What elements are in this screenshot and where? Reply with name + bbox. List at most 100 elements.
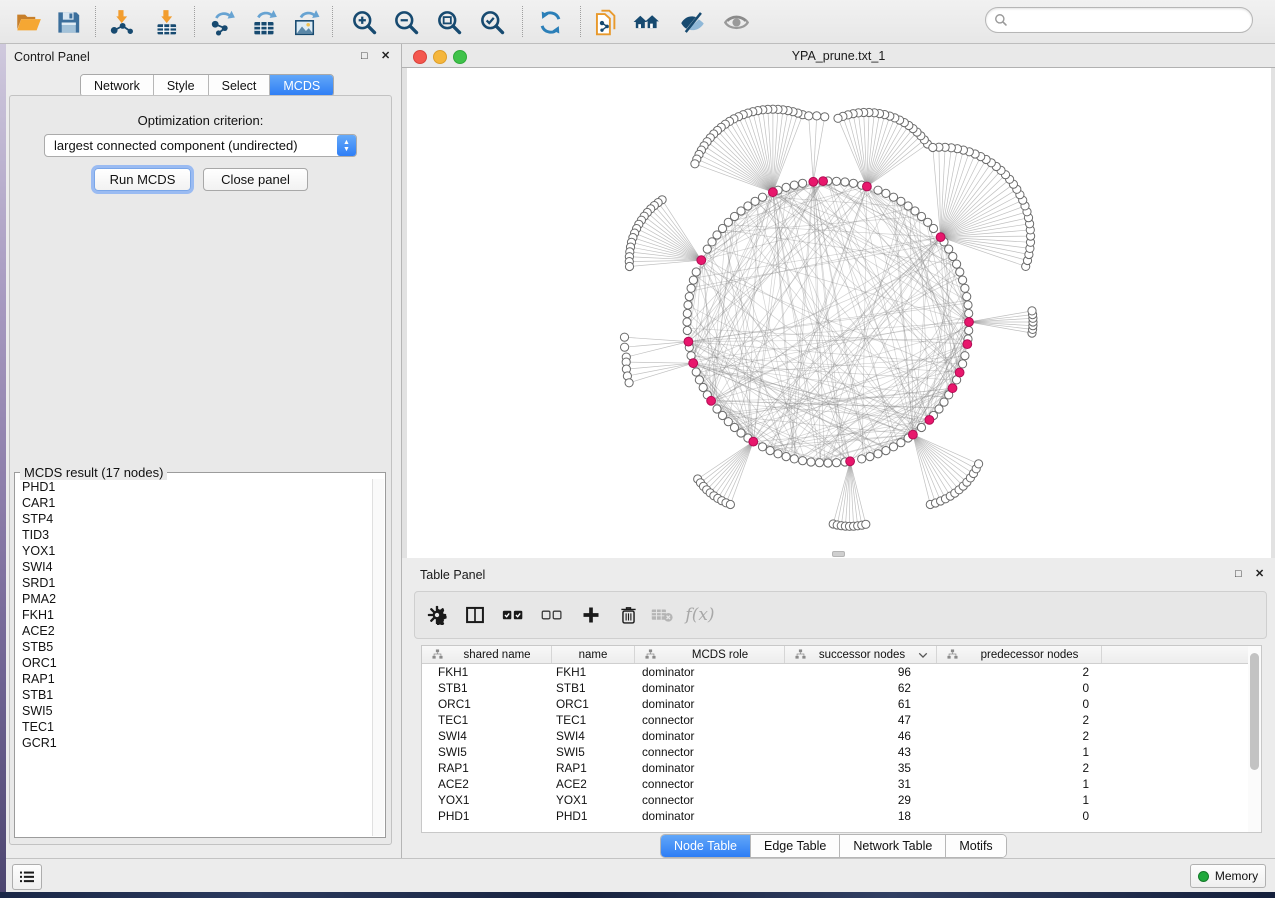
cell: RAP1 [422, 760, 552, 776]
function-builder-icon[interactable]: f(x) [686, 602, 714, 628]
save-session-icon[interactable] [52, 7, 84, 37]
zoom-in-icon[interactable] [348, 7, 380, 37]
close-panel-icon[interactable]: ✕ [381, 50, 390, 62]
cell: 2 [937, 760, 1102, 776]
hide-graphics-details-icon[interactable] [676, 7, 708, 37]
column-header-MCDS-role[interactable]: MCDS role [635, 646, 785, 663]
table-row-STB1[interactable]: STB1STB1dominator620 [422, 680, 1261, 696]
column-header-name[interactable]: name [552, 646, 635, 663]
unselect-all-columns-icon[interactable] [538, 602, 566, 628]
search-field[interactable] [985, 7, 1253, 33]
network-from-file-icon[interactable] [590, 7, 622, 37]
close-panel-button[interactable]: Close panel [203, 168, 308, 191]
tab-node-table[interactable]: Node Table [661, 835, 751, 857]
mcds-result-item[interactable]: ORC1 [15, 655, 370, 671]
mcds-result-item[interactable]: YOX1 [15, 543, 370, 559]
column-type-icon [645, 649, 656, 660]
table-row-SWI4[interactable]: SWI4SWI4dominator462 [422, 728, 1261, 744]
select-stepper-icon: ▲▼ [337, 135, 356, 156]
tab-network-table[interactable]: Network Table [840, 835, 946, 857]
float-table-panel-icon[interactable]: □ [1235, 568, 1242, 580]
column-header-shared-name[interactable]: shared name [422, 646, 552, 663]
table-scrollbar-thumb[interactable] [1250, 653, 1259, 770]
run-mcds-button[interactable]: Run MCDS [94, 168, 191, 191]
cell: 1 [937, 792, 1102, 808]
first-neighbors-icon[interactable] [630, 7, 662, 37]
mcds-result-item[interactable]: SRD1 [15, 575, 370, 591]
mcds-result-item[interactable]: TEC1 [15, 719, 370, 735]
column-type-icon [795, 649, 806, 660]
open-file-icon[interactable] [12, 7, 44, 37]
mcds-result-item[interactable]: CAR1 [15, 495, 370, 511]
tab-select[interactable]: Select [209, 75, 271, 96]
mcds-result-item[interactable]: STP4 [15, 511, 370, 527]
export-image-icon[interactable] [290, 7, 322, 37]
mcds-result-item[interactable]: GCR1 [15, 735, 370, 751]
mcds-result-item[interactable]: RAP1 [15, 671, 370, 687]
mcds-result-item[interactable]: ACE2 [15, 623, 370, 639]
export-network-icon[interactable] [206, 7, 238, 37]
mcds-result-item[interactable]: FKH1 [15, 607, 370, 623]
table-row-ACE2[interactable]: ACE2ACE2connector311 [422, 776, 1261, 792]
mcds-result-item[interactable]: PHD1 [15, 479, 370, 495]
mcds-result-item[interactable]: TID3 [15, 527, 370, 543]
show-task-history-button[interactable] [12, 864, 42, 890]
tab-mcds[interactable]: MCDS [270, 75, 333, 96]
mcds-result-item[interactable]: SWI4 [15, 559, 370, 575]
cell: 0 [937, 680, 1102, 696]
import-table-icon[interactable] [150, 7, 182, 37]
delete-column-icon[interactable] [614, 602, 642, 628]
network-canvas[interactable] [407, 68, 1271, 558]
zoom-selected-icon[interactable] [476, 7, 508, 37]
float-panel-icon[interactable]: □ [361, 50, 368, 62]
tab-edge-table[interactable]: Edge Table [751, 835, 840, 857]
mcds-result-item[interactable]: STB5 [15, 639, 370, 655]
search-input[interactable] [1008, 9, 1252, 31]
show-graphics-details-icon[interactable] [720, 7, 752, 37]
refresh-view-icon[interactable] [534, 7, 566, 37]
zoom-out-icon[interactable] [390, 7, 422, 37]
cell: dominator [635, 696, 785, 712]
select-all-columns-icon[interactable] [499, 602, 527, 628]
column-header-successor-nodes[interactable]: successor nodes [785, 646, 937, 663]
mcds-result-item[interactable]: PMA2 [15, 591, 370, 607]
mcds-result-item[interactable]: STB1 [15, 687, 370, 703]
table-row-FKH1[interactable]: FKH1FKH1dominator962 [422, 664, 1261, 680]
export-table-icon[interactable] [248, 7, 280, 37]
status-bar [6, 858, 1275, 892]
tab-network[interactable]: Network [81, 75, 154, 96]
cell: ACE2 [552, 776, 635, 792]
cell: SWI4 [422, 728, 552, 744]
optimization-criterion-select[interactable]: largest connected component (undirected)… [44, 134, 357, 157]
table-row-TEC1[interactable]: TEC1TEC1connector472 [422, 712, 1261, 728]
table-row-ORC1[interactable]: ORC1ORC1dominator610 [422, 696, 1261, 712]
column-panel-icon[interactable] [461, 602, 489, 628]
zoom-fit-icon[interactable] [433, 7, 465, 37]
table-row-RAP1[interactable]: RAP1RAP1dominator352 [422, 760, 1261, 776]
cell: STB1 [422, 680, 552, 696]
cell: 46 [785, 728, 937, 744]
node-table[interactable]: shared namenameMCDS rolesuccessor nodesp… [421, 645, 1262, 833]
cell: SWI4 [552, 728, 635, 744]
splitter-grip[interactable] [832, 551, 845, 557]
table-row-SWI5[interactable]: SWI5SWI5connector431 [422, 744, 1261, 760]
task-list-icon [19, 870, 35, 884]
delete-table-icon[interactable] [648, 602, 676, 628]
table-row-YOX1[interactable]: YOX1YOX1connector291 [422, 792, 1261, 808]
cell: 47 [785, 712, 937, 728]
close-table-panel-icon[interactable]: ✕ [1255, 568, 1264, 580]
tab-style[interactable]: Style [154, 75, 209, 96]
add-column-icon[interactable] [577, 602, 605, 628]
cell: 43 [785, 744, 937, 760]
column-header-predecessor-nodes[interactable]: predecessor nodes [937, 646, 1102, 663]
cell: FKH1 [552, 664, 635, 680]
mcds-list-scrollbar[interactable] [372, 479, 384, 836]
mcds-result-item[interactable]: SWI5 [15, 703, 370, 719]
tab-motifs[interactable]: Motifs [946, 835, 1005, 857]
memory-button[interactable]: Memory [1190, 864, 1266, 888]
settings-gear-icon[interactable] [423, 602, 451, 628]
cell: YOX1 [422, 792, 552, 808]
cell: dominator [635, 680, 785, 696]
table-row-PHD1[interactable]: PHD1PHD1dominator180 [422, 808, 1261, 824]
import-network-icon[interactable] [105, 7, 137, 37]
